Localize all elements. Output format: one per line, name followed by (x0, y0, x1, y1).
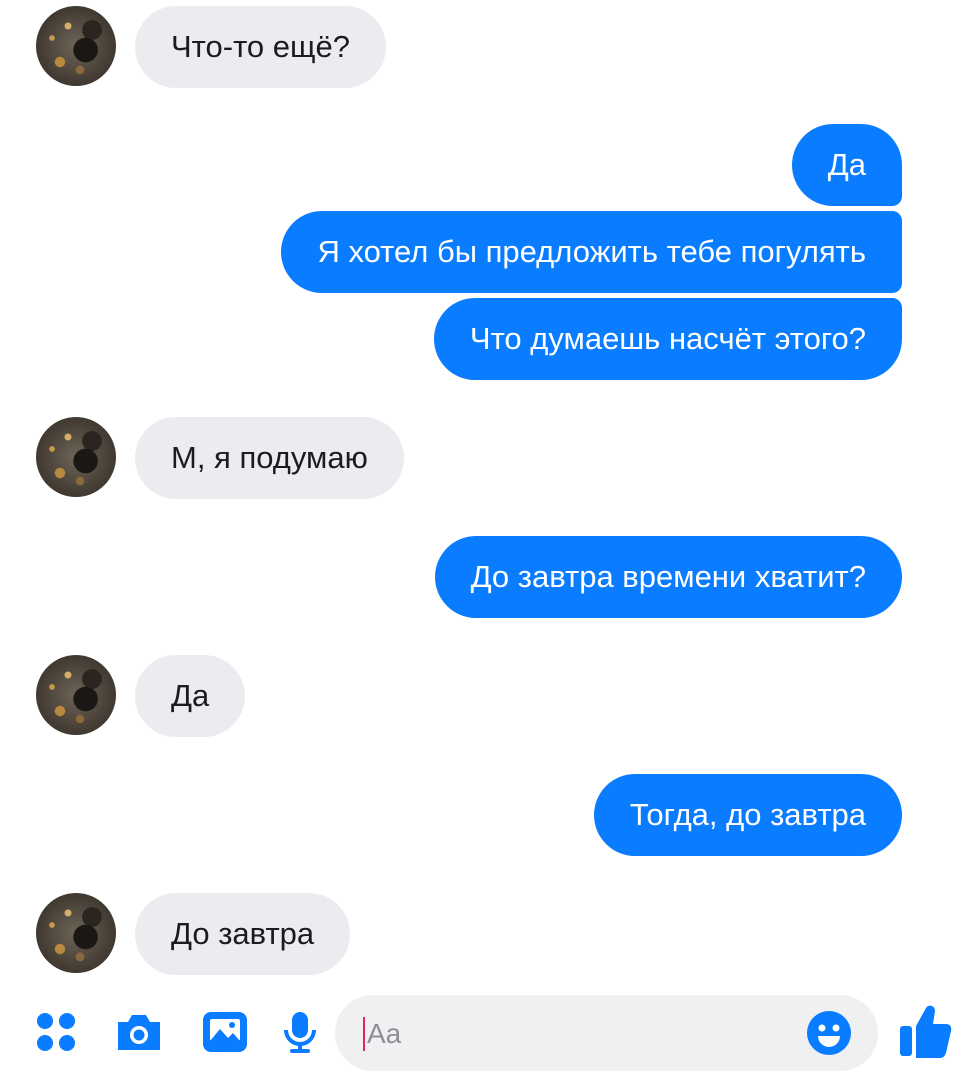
contact-avatar[interactable] (36, 6, 116, 86)
outgoing-message-bubble[interactable]: До завтра времени хватит? (434, 536, 902, 618)
apps-grid-icon[interactable] (34, 1010, 78, 1054)
camera-icon[interactable] (114, 1010, 164, 1054)
incoming-message-bubble[interactable]: Да (135, 655, 246, 737)
outgoing-message-bubble[interactable]: Я хотел бы предложить тебе погулять (281, 211, 902, 293)
contact-avatar[interactable] (36, 417, 116, 497)
microphone-icon[interactable] (282, 1010, 318, 1054)
text-caret (363, 1017, 365, 1051)
message-input-container[interactable] (335, 995, 878, 1071)
contact-avatar[interactable] (36, 893, 116, 973)
outgoing-message-bubble[interactable]: Что думаешь насчёт этого? (433, 298, 902, 380)
contact-avatar[interactable] (36, 655, 116, 735)
incoming-message-bubble[interactable]: М, я подумаю (135, 417, 404, 499)
incoming-message-bubble[interactable]: Что-то ещё? (135, 6, 387, 88)
gallery-icon[interactable] (201, 1010, 249, 1054)
thumbs-up-icon[interactable] (898, 1002, 952, 1058)
emoji-icon[interactable] (805, 1009, 853, 1057)
chat-screen: Что-то ещё? Да Я хотел бы предложить теб… (0, 0, 972, 1080)
message-input[interactable] (365, 1011, 789, 1057)
outgoing-message-bubble[interactable]: Тогда, до завтра (593, 774, 902, 856)
outgoing-message-bubble[interactable]: Да (791, 124, 902, 206)
incoming-message-bubble[interactable]: До завтра (135, 893, 351, 975)
